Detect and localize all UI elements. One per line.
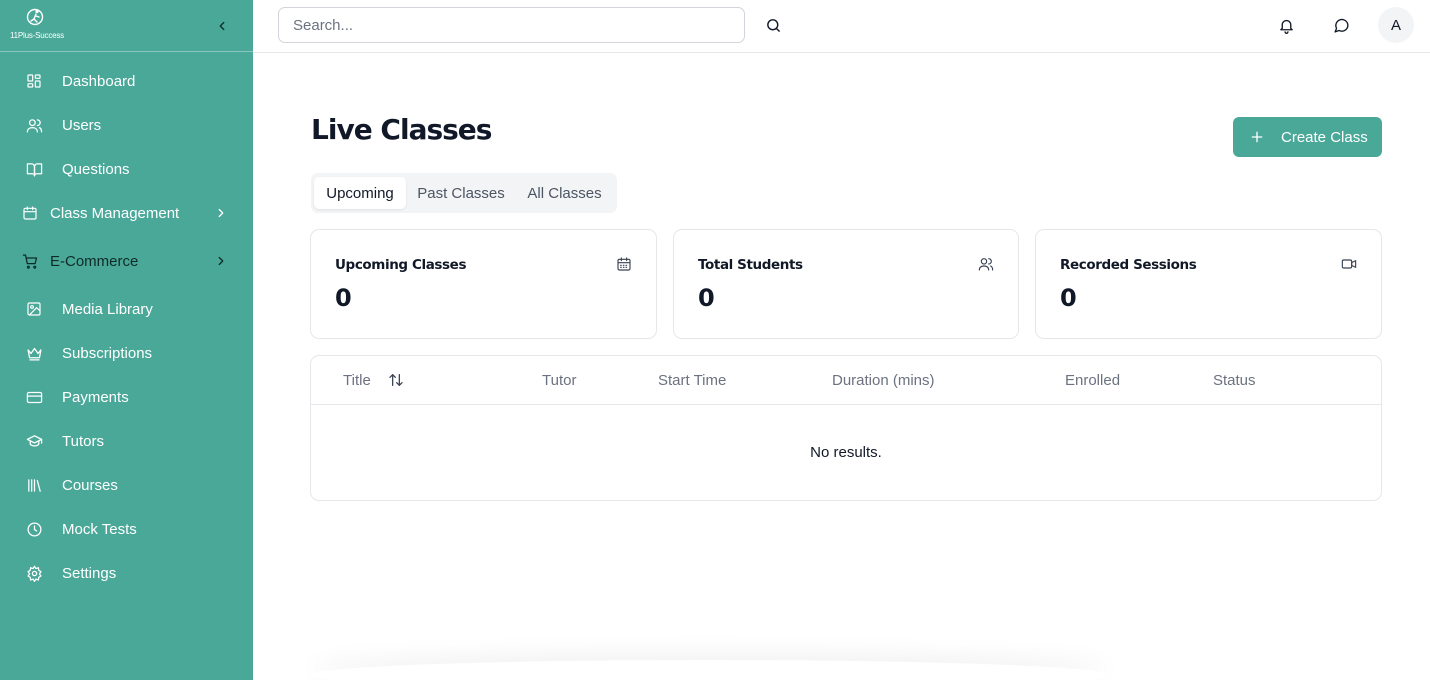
sort-icon[interactable] bbox=[388, 372, 404, 388]
chevron-left-icon bbox=[219, 21, 225, 31]
search-input[interactable] bbox=[278, 7, 745, 43]
sidebar-item-label: Payments bbox=[62, 388, 129, 406]
users-icon bbox=[25, 116, 43, 134]
search-button[interactable] bbox=[763, 15, 783, 35]
top-header: A bbox=[253, 0, 1430, 53]
sidebar-item-label: Settings bbox=[62, 564, 117, 582]
stat-card-upcoming-classes: Upcoming Classes 0 bbox=[310, 229, 657, 339]
sidebar-item-tutors[interactable]: Tutors bbox=[0, 421, 253, 461]
calendar-icon bbox=[616, 256, 632, 272]
sidebar-item-payments[interactable]: Payments bbox=[0, 377, 253, 417]
stat-title: Recorded Sessions bbox=[1060, 257, 1197, 273]
message-circle-icon bbox=[1333, 18, 1349, 33]
sidebar-item-settings[interactable]: Settings bbox=[0, 553, 253, 593]
stat-title: Total Students bbox=[698, 257, 803, 273]
video-icon bbox=[1341, 256, 1357, 272]
column-title[interactable]: Title bbox=[343, 372, 371, 389]
avatar[interactable]: A bbox=[1378, 7, 1414, 43]
dashboard-icon bbox=[25, 72, 43, 90]
calendar-icon bbox=[21, 204, 39, 222]
book-open-icon bbox=[25, 160, 43, 178]
graduation-cap-icon bbox=[25, 432, 43, 450]
runner-icon bbox=[26, 8, 44, 26]
tab-upcoming[interactable]: Upcoming bbox=[314, 177, 406, 209]
notifications-button[interactable] bbox=[1276, 15, 1296, 35]
create-class-label: Create Class bbox=[1281, 128, 1368, 146]
plus-icon bbox=[1251, 131, 1263, 143]
logo[interactable]: 11Plus-Success bbox=[10, 8, 72, 42]
messages-button[interactable] bbox=[1331, 15, 1351, 35]
gear-icon bbox=[25, 564, 43, 582]
sidebar-item-label: Media Library bbox=[62, 300, 153, 318]
column-enrolled: Enrolled bbox=[1065, 372, 1121, 389]
sidebar-item-e-commerce[interactable]: E-Commerce bbox=[0, 241, 253, 281]
create-class-button[interactable]: Create Class bbox=[1233, 117, 1382, 157]
tab-past-classes[interactable]: Past Classes bbox=[408, 177, 514, 209]
library-icon bbox=[25, 476, 43, 494]
table-header: Title Tutor Start Time Duration (mins) E… bbox=[311, 356, 1381, 405]
sidebar-item-users[interactable]: Users bbox=[0, 105, 253, 145]
stat-card-recorded-sessions: Recorded Sessions 0 bbox=[1035, 229, 1382, 339]
column-tutor: Tutor bbox=[542, 372, 577, 389]
sidebar: 11Plus-Success Dashboard Users Questions bbox=[0, 0, 253, 680]
sidebar-item-label: Tutors bbox=[62, 432, 104, 450]
cart-icon bbox=[21, 252, 39, 270]
stat-value: 0 bbox=[698, 284, 715, 312]
sidebar-item-label: Courses bbox=[62, 476, 118, 494]
users-icon bbox=[978, 256, 994, 272]
stat-value: 0 bbox=[335, 284, 352, 312]
class-tabs: Upcoming Past Classes All Classes bbox=[311, 173, 617, 213]
sidebar-item-subscriptions[interactable]: Subscriptions bbox=[0, 333, 253, 373]
sidebar-item-courses[interactable]: Courses bbox=[0, 465, 253, 505]
column-start-time: Start Time bbox=[658, 372, 727, 389]
search-icon bbox=[766, 18, 780, 32]
tab-all-classes[interactable]: All Classes bbox=[516, 177, 613, 209]
sidebar-item-label: Subscriptions bbox=[62, 344, 153, 362]
bell-icon bbox=[1279, 19, 1293, 34]
page-title: Live Classes bbox=[311, 113, 492, 146]
credit-card-icon bbox=[25, 388, 43, 406]
sidebar-item-mock-tests[interactable]: Mock Tests bbox=[0, 509, 253, 549]
bottom-shadow bbox=[310, 660, 1110, 680]
classes-table: Title Tutor Start Time Duration (mins) E… bbox=[310, 355, 1382, 501]
chevron-right-icon bbox=[213, 205, 229, 221]
stat-card-total-students: Total Students 0 bbox=[673, 229, 1019, 339]
sidebar-item-label: Questions bbox=[62, 160, 130, 178]
image-icon bbox=[25, 300, 43, 318]
sidebar-item-class-management[interactable]: Class Management bbox=[0, 193, 253, 233]
column-duration: Duration (mins) bbox=[832, 372, 935, 389]
crown-icon bbox=[25, 344, 43, 362]
sidebar-item-dashboard[interactable]: Dashboard bbox=[0, 61, 253, 101]
sidebar-item-label: Class Management bbox=[50, 204, 180, 222]
sidebar-item-label: Users bbox=[62, 116, 102, 134]
sidebar-item-media-library[interactable]: Media Library bbox=[0, 289, 253, 329]
column-status: Status bbox=[1213, 372, 1256, 389]
brand-bar: 11Plus-Success bbox=[0, 0, 253, 52]
sidebar-item-label: E-Commerce bbox=[50, 252, 139, 270]
logo-text: 11Plus-Success bbox=[10, 31, 64, 40]
sidebar-item-questions[interactable]: Questions bbox=[0, 149, 253, 189]
empty-state: No results. bbox=[810, 444, 882, 461]
sidebar-item-label: Dashboard bbox=[62, 72, 136, 90]
app-root: 11Plus-Success Dashboard Users Questions bbox=[0, 0, 1430, 680]
collapse-sidebar-button[interactable] bbox=[212, 16, 232, 36]
avatar-initial: A bbox=[1390, 16, 1401, 34]
clock-icon bbox=[25, 520, 43, 538]
chevron-right-icon bbox=[213, 253, 229, 269]
stat-value: 0 bbox=[1060, 284, 1077, 312]
stat-title: Upcoming Classes bbox=[335, 257, 467, 273]
sidebar-item-label: Mock Tests bbox=[62, 520, 137, 538]
